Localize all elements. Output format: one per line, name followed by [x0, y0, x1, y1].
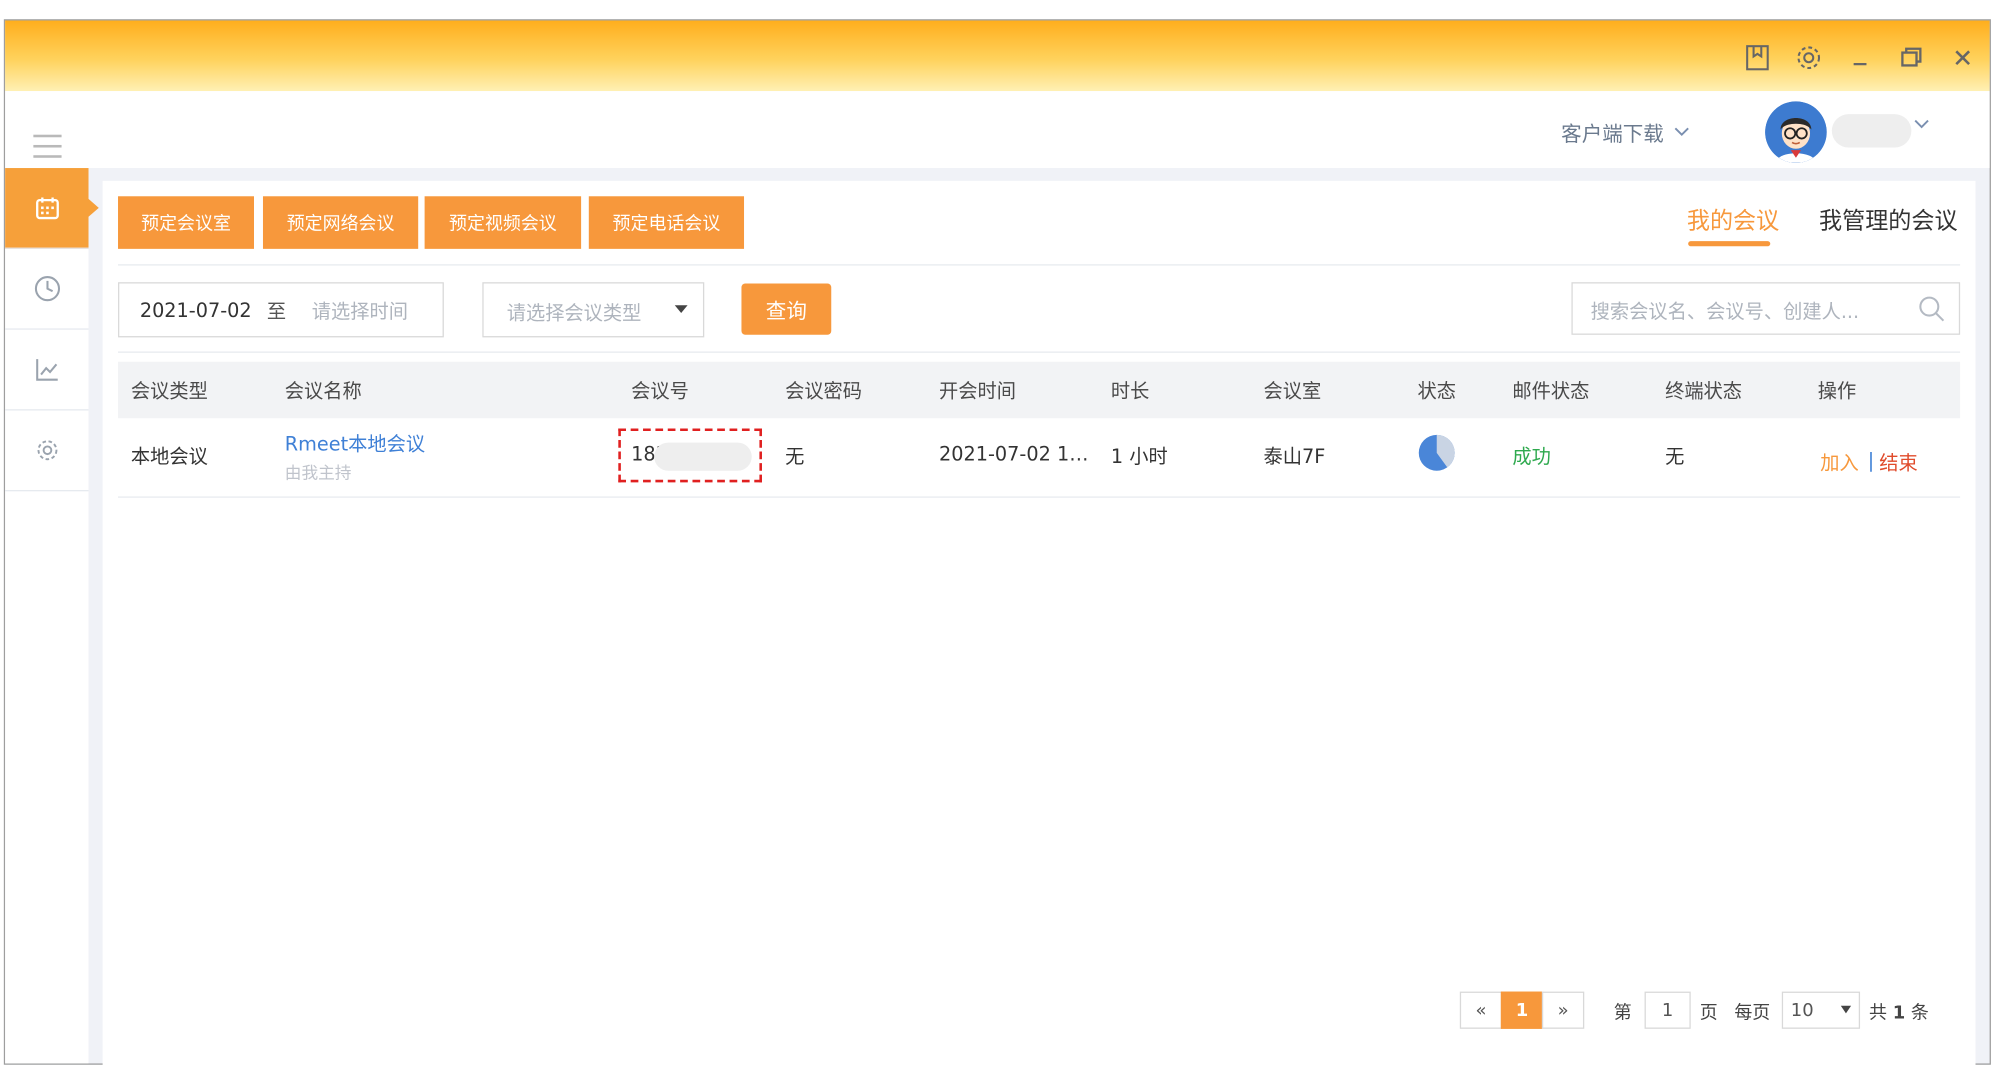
meeting-duration: 1 小时: [1110, 445, 1168, 469]
col-time: 开会时间: [939, 379, 1016, 403]
search-icon[interactable]: [1918, 295, 1946, 328]
date-range-picker[interactable]: 2021-07-02 至 请选择时间: [118, 282, 444, 338]
col-status: 状态: [1417, 379, 1456, 403]
clock-icon: [34, 276, 60, 302]
meeting-type: 本地会议: [130, 445, 208, 469]
sidebar-item-calendar[interactable]: [5, 168, 99, 249]
date-separator: 至: [266, 300, 287, 324]
top-header: 客户端下载: [5, 91, 1990, 169]
book-phone-meeting-button[interactable]: 预定电话会议: [588, 196, 745, 249]
sidebar-item-history[interactable]: [5, 249, 89, 330]
per-page-value: 10: [1790, 999, 1814, 1021]
book-video-meeting-button[interactable]: 预定视频会议: [424, 196, 582, 249]
end-date-input[interactable]: 请选择时间: [312, 298, 408, 325]
sidebar-item-settings[interactable]: [5, 410, 89, 492]
restore-icon[interactable]: [1895, 41, 1928, 74]
meeting-time: 2021-07-02 1…: [939, 442, 1089, 466]
meeting-type-select[interactable]: 请选择会议类型: [482, 282, 705, 338]
gear-icon: [36, 440, 57, 461]
action-separator: |: [1867, 448, 1875, 473]
calendar-icon: [35, 197, 59, 220]
filter-divider: [118, 351, 1961, 353]
page-1-button[interactable]: 1: [1500, 991, 1544, 1029]
col-number: 会议号: [631, 379, 689, 403]
user-chevron-down-icon[interactable]: [1914, 114, 1929, 135]
sidebar-item-statistics[interactable]: [5, 330, 89, 411]
dropdown-arrow-icon: [1840, 1005, 1852, 1014]
table-header: 会议类型 会议名称 会议号 会议密码 开会时间 时长 会议室 状态 邮件状态 终…: [118, 361, 1961, 419]
meeting-password: 无: [785, 445, 805, 469]
col-terminal-status: 终端状态: [1665, 379, 1743, 403]
client-download-label: 客户端下载: [1561, 121, 1664, 147]
hamburger-menu-icon[interactable]: [33, 134, 62, 166]
table-row: 本地会议 Rmeet本地会议 由我主持 183 无 2021-07-02 1… …: [118, 418, 1961, 498]
meeting-name-link[interactable]: Rmeet本地会议: [285, 430, 425, 457]
col-password: 会议密码: [785, 379, 863, 403]
chevron-down-icon: [1674, 127, 1689, 137]
search-placeholder: 搜索会议名、会议号、创建人...: [1590, 300, 1860, 324]
join-link[interactable]: 加入: [1820, 449, 1859, 476]
gear-icon[interactable]: [1792, 41, 1825, 74]
app-window: 客户端下载 预定会议室 预定网络会议 预定视频会议 预定电话会议 我的会议 我管…: [3, 19, 1991, 1067]
tab-managed-meetings[interactable]: 我管理的会议: [1819, 203, 1958, 236]
title-bar: [5, 20, 1990, 92]
mail-status: 成功: [1512, 445, 1551, 469]
meeting-room: 泰山7F: [1263, 445, 1326, 469]
bookmark-icon[interactable]: [1741, 41, 1774, 74]
sidebar: [5, 168, 99, 1064]
start-date[interactable]: 2021-07-02: [140, 299, 252, 322]
col-room: 会议室: [1263, 379, 1322, 403]
dropdown-arrow-icon: [674, 305, 688, 314]
end-link[interactable]: 结束: [1879, 449, 1918, 476]
highlight-box: [618, 428, 762, 483]
status-pie-icon: [1417, 434, 1455, 478]
minimize-icon[interactable]: [1843, 41, 1876, 74]
total-label: 共 1 条: [1869, 999, 1929, 1025]
active-tab-indicator: [1688, 241, 1771, 247]
total-suffix: 条: [1910, 1003, 1929, 1024]
client-download-menu[interactable]: 客户端下载: [1561, 117, 1689, 148]
col-name: 会议名称: [284, 379, 362, 403]
col-duration: 时长: [1110, 379, 1150, 403]
username-placeholder[interactable]: [1831, 114, 1912, 148]
page-suffix: 页: [1699, 1003, 1718, 1024]
col-actions: 操作: [1817, 379, 1857, 403]
toolbar-divider: [118, 264, 1961, 266]
query-button[interactable]: 查询: [741, 283, 832, 335]
next-page-button[interactable]: »: [1541, 991, 1585, 1029]
main-panel: 预定会议室 预定网络会议 预定视频会议 预定电话会议 我的会议 我管理的会议 2…: [102, 180, 1976, 1067]
per-page-select[interactable]: 10: [1781, 991, 1861, 1029]
avatar[interactable]: [1765, 101, 1827, 163]
book-room-button[interactable]: 预定会议室: [118, 196, 254, 249]
meeting-host: 由我主持: [284, 464, 352, 484]
close-icon[interactable]: [1946, 41, 1979, 74]
page-prefix: 第: [1613, 1003, 1632, 1024]
search-input[interactable]: 搜索会议名、会议号、创建人...: [1571, 282, 1961, 335]
col-type: 会议类型: [130, 379, 208, 403]
chart-icon: [35, 359, 58, 381]
col-mail-status: 邮件状态: [1512, 379, 1590, 403]
total-count: 1: [1892, 1003, 1906, 1024]
tab-my-meetings[interactable]: 我的会议: [1687, 203, 1779, 236]
book-web-meeting-button[interactable]: 预定网络会议: [262, 196, 419, 249]
page-number-input[interactable]: 1: [1644, 991, 1691, 1029]
meeting-type-placeholder: 请选择会议类型: [506, 301, 642, 325]
total-prefix: 共: [1869, 1003, 1887, 1024]
per-page-label: 每页: [1734, 1003, 1771, 1024]
prev-page-button[interactable]: «: [1459, 991, 1503, 1029]
terminal-status: 无: [1665, 445, 1685, 469]
